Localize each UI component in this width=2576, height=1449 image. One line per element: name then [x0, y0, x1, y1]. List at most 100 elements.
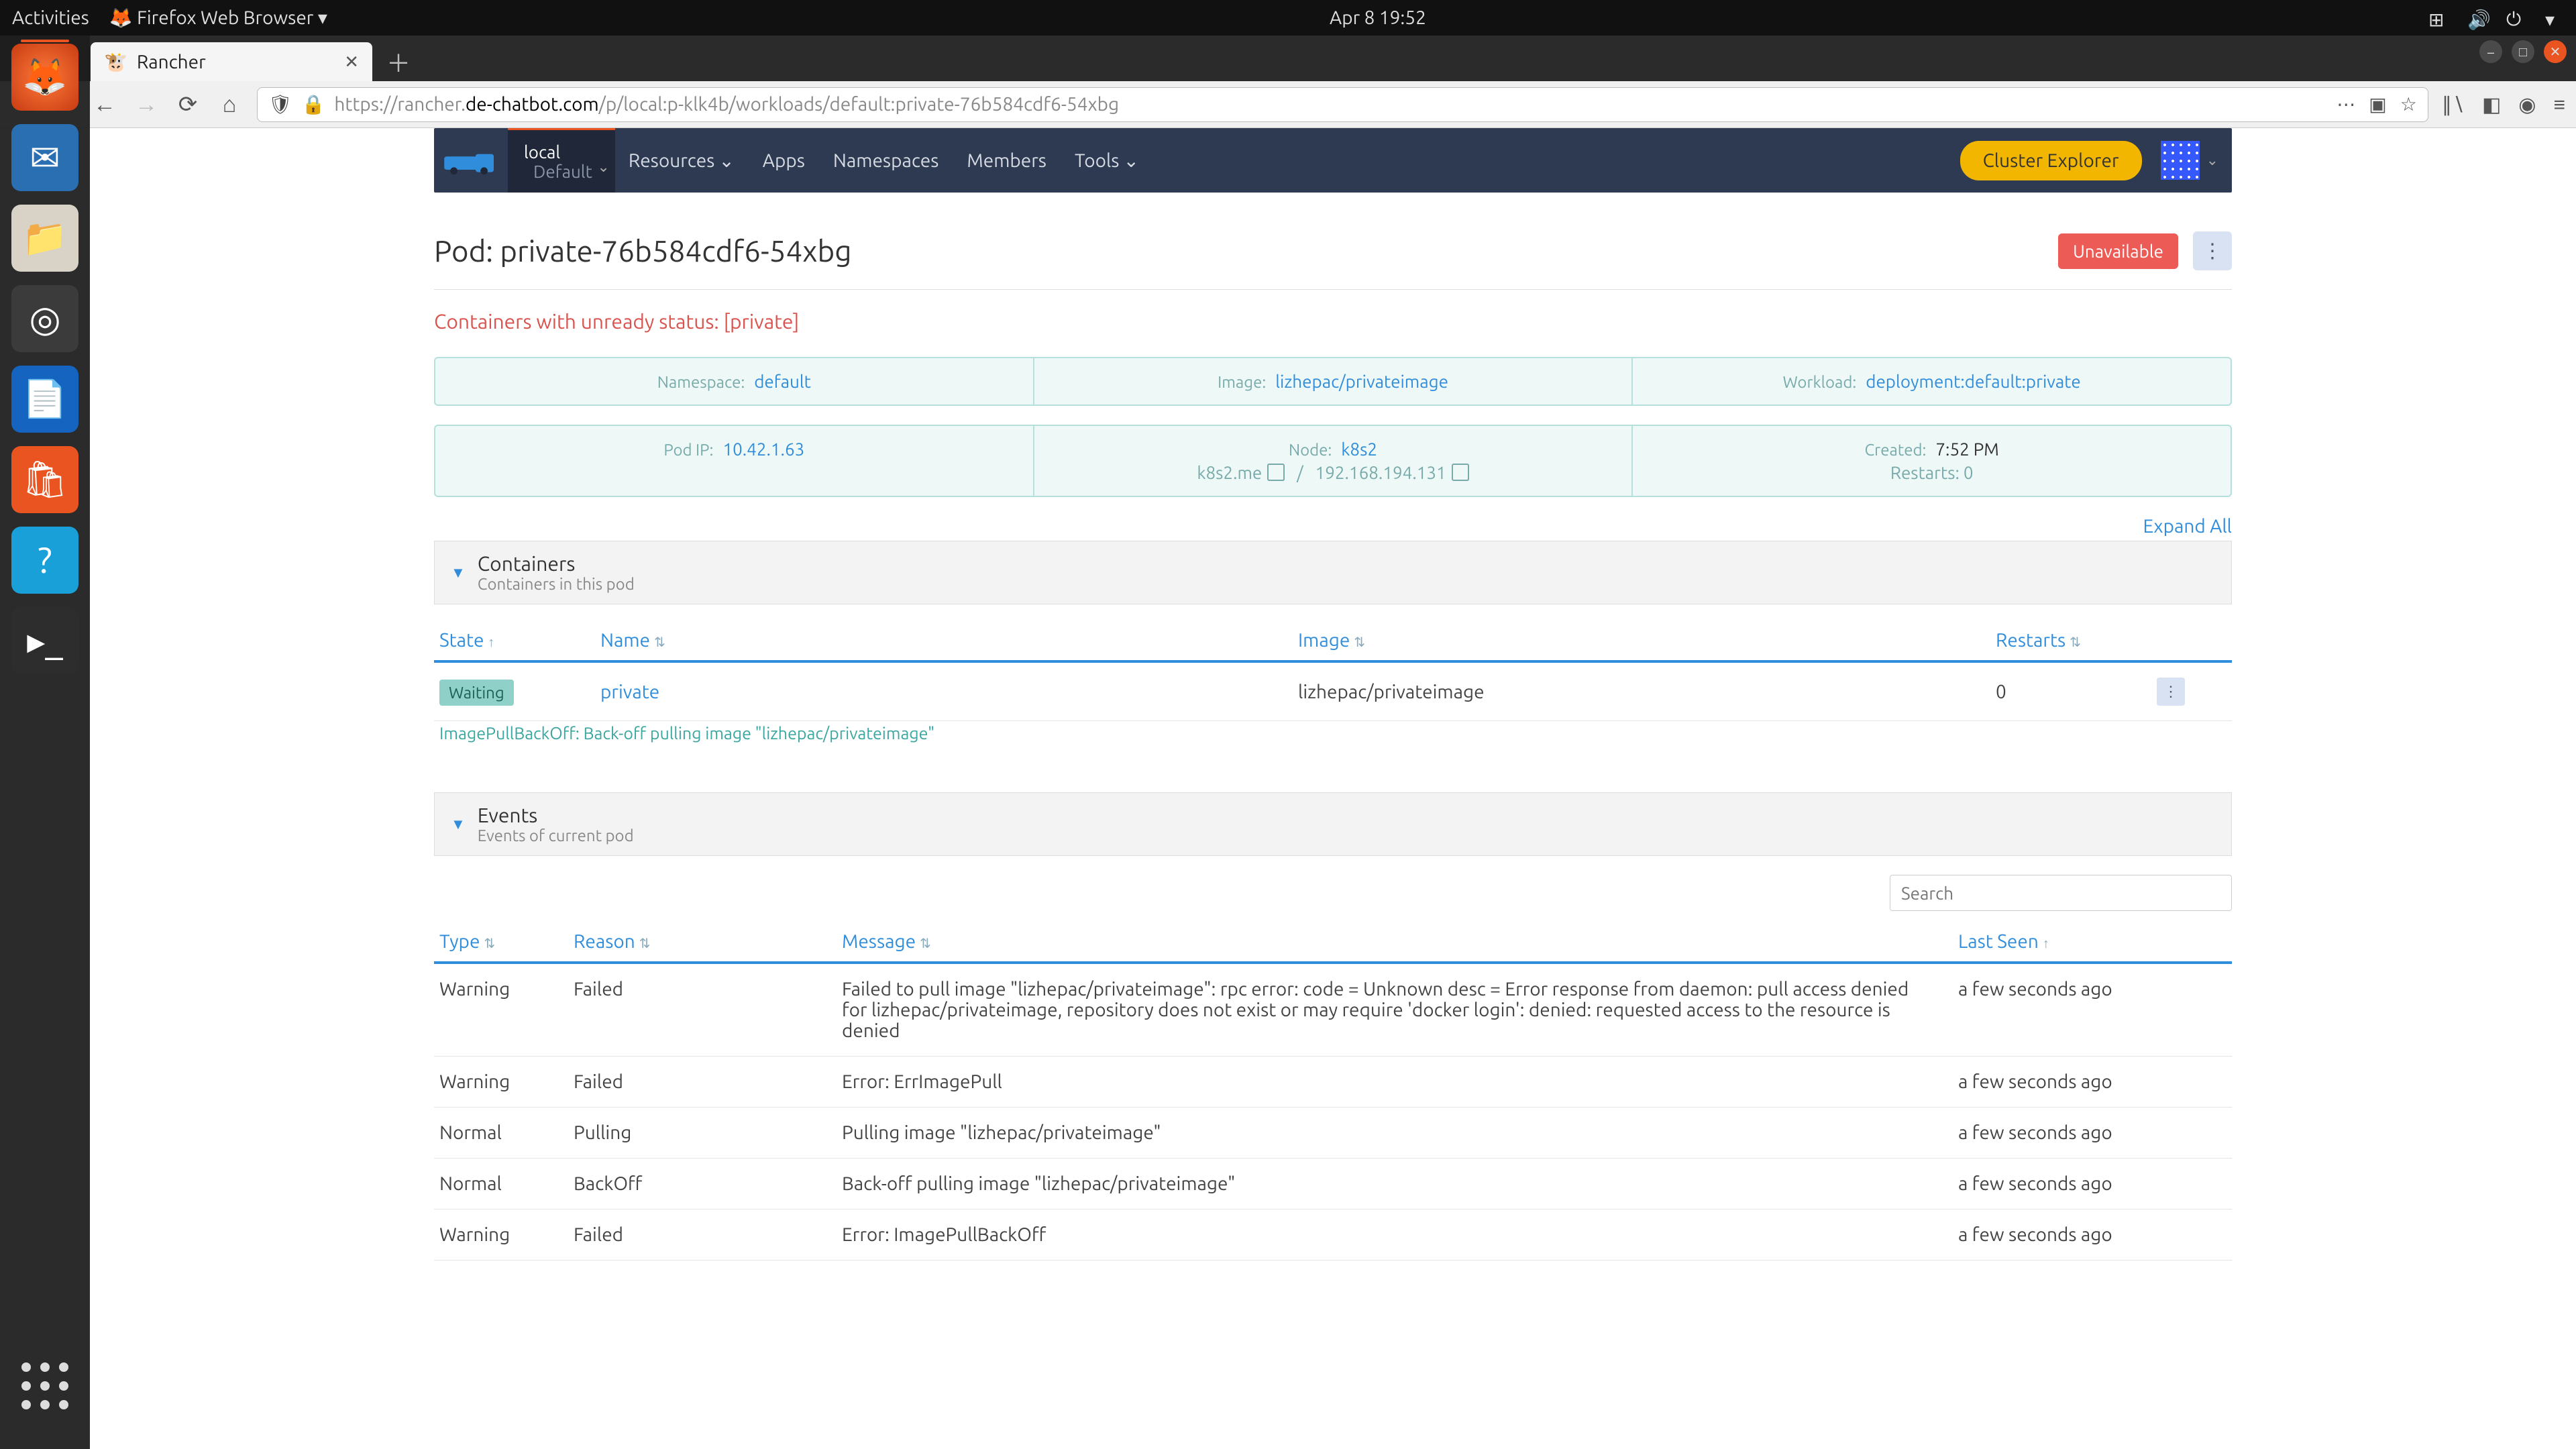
- col-type[interactable]: Type⇅: [439, 931, 574, 952]
- event-row: NormalBackOffBack-off pulling image "liz…: [434, 1159, 2232, 1210]
- chevron-down-icon[interactable]: ▾: [2545, 9, 2564, 28]
- event-type: Warning: [439, 1224, 574, 1245]
- forward-button[interactable]: →: [132, 91, 160, 119]
- cluster-explorer-button[interactable]: Cluster Explorer: [1960, 141, 2142, 180]
- node-label: Node:: [1289, 441, 1332, 459]
- namespace-label: Namespace:: [657, 373, 745, 391]
- col-state[interactable]: State↑: [439, 630, 600, 651]
- containers-panel-header[interactable]: ▼ Containers Containers in this pod: [434, 541, 2232, 604]
- menu-icon[interactable]: ≡: [2553, 93, 2565, 117]
- dock-show-applications[interactable]: [11, 1352, 78, 1419]
- dock-terminal[interactable]: ▸_: [11, 607, 78, 674]
- power-icon[interactable]: ⏻: [2506, 9, 2525, 28]
- dock-rhythmbox[interactable]: ◎: [11, 285, 78, 352]
- rancher-logo[interactable]: [434, 146, 508, 176]
- clock[interactable]: Apr 8 19:52: [327, 7, 2428, 28]
- copy-icon[interactable]: [1270, 466, 1285, 481]
- nav-apps[interactable]: Apps: [763, 150, 805, 171]
- shield-icon[interactable]: 🛡: [268, 93, 292, 115]
- event-type: Warning: [439, 979, 574, 1041]
- created-label: Created:: [1864, 441, 1926, 459]
- activities-button[interactable]: Activities: [12, 7, 89, 28]
- col-name[interactable]: Name⇅: [600, 630, 1298, 651]
- node-link[interactable]: k8s2: [1341, 439, 1377, 459]
- rancher-header: local Default ⌄ Resources⌄ Apps Namespac…: [434, 128, 2232, 193]
- copy-icon[interactable]: [1454, 466, 1469, 481]
- library-icon[interactable]: ∥∖: [2442, 93, 2465, 117]
- nav-members[interactable]: Members: [967, 150, 1046, 171]
- sort-icon: ⇅: [920, 935, 931, 951]
- user-avatar[interactable]: [2161, 141, 2200, 180]
- col-restarts[interactable]: Restarts⇅: [1996, 630, 2157, 651]
- unready-status-line: Containers with unready status: [private…: [434, 310, 2232, 333]
- account-icon[interactable]: ◉: [2518, 93, 2536, 117]
- dock-thunderbird[interactable]: ✉: [11, 124, 78, 191]
- close-tab-icon[interactable]: ✕: [344, 52, 359, 72]
- event-message: Error: ImagePullBackOff: [842, 1224, 1958, 1245]
- expand-all-link[interactable]: Expand All: [2143, 516, 2232, 537]
- sidebar-icon[interactable]: ◧: [2482, 93, 2501, 117]
- cluster-project-selector[interactable]: local Default ⌄: [508, 128, 615, 193]
- row-actions-menu[interactable]: ⋮: [2157, 678, 2185, 706]
- page-viewport[interactable]: local Default ⌄ Resources⌄ Apps Namespac…: [90, 128, 2576, 1449]
- page-title: Pod: private-76b584cdf6-54xbg: [434, 235, 852, 268]
- url-bar[interactable]: 🛡 🔒 https://rancher.de-chatbot.com/p/loc…: [257, 87, 2428, 122]
- gnome-top-bar: Activities 🦊 Firefox Web Browser ▾ Apr 8…: [0, 0, 2576, 36]
- col-last-seen[interactable]: Last Seen↑: [1958, 931, 2226, 952]
- url-path: /p/local:p-klk4b/workloads/default:priva…: [599, 94, 1119, 115]
- tab-title: Rancher: [137, 52, 206, 72]
- lock-warning-icon[interactable]: 🔒: [302, 93, 325, 115]
- collapse-icon: ▼: [451, 564, 466, 582]
- ellipsis-icon[interactable]: ⋯: [2337, 93, 2355, 115]
- event-row: WarningFailedError: ErrImagePulla few se…: [434, 1057, 2232, 1108]
- reload-button[interactable]: ⟳: [174, 91, 202, 119]
- minimize-button[interactable]: –: [2479, 40, 2502, 63]
- info-box-2: Pod IP: 10.42.1.63 Node: k8s2 k8s2.me / …: [434, 425, 2232, 497]
- sort-icon: ⇅: [2070, 634, 2081, 649]
- maximize-button[interactable]: □: [2512, 40, 2534, 63]
- nav-tools[interactable]: Tools⌄: [1075, 150, 1139, 172]
- page-actions-menu[interactable]: ⋮: [2193, 231, 2232, 270]
- container-name-link[interactable]: private: [600, 682, 659, 702]
- dock-help[interactable]: ?: [11, 527, 78, 594]
- event-last-seen: a few seconds ago: [1958, 1071, 2226, 1092]
- home-button[interactable]: ⌂: [215, 91, 244, 119]
- containers-panel-subtitle: Containers in this pod: [478, 575, 635, 593]
- containers-panel-title: Containers: [478, 552, 576, 575]
- dock-software[interactable]: 🛍: [11, 446, 78, 513]
- col-image[interactable]: Image⇅: [1298, 630, 1996, 651]
- dock-files[interactable]: 📁: [11, 205, 78, 272]
- dock-firefox[interactable]: 🦊: [11, 44, 78, 111]
- new-tab-button[interactable]: ＋: [382, 45, 415, 78]
- nav-namespaces[interactable]: Namespaces: [833, 150, 938, 171]
- event-message: Pulling image "lizhepac/privateimage": [842, 1122, 1958, 1143]
- network-icon[interactable]: ⊞: [2428, 9, 2447, 28]
- chevron-down-icon[interactable]: ⌄: [2206, 152, 2218, 169]
- events-table-header: Type⇅ Reason⇅ Message⇅ Last Seen↑: [434, 922, 2232, 964]
- events-panel-title: Events: [478, 804, 538, 826]
- podip-value[interactable]: 10.42.1.63: [722, 439, 804, 459]
- workload-link[interactable]: deployment:default:private: [1866, 372, 2081, 391]
- event-reason: BackOff: [574, 1173, 842, 1194]
- close-window-button[interactable]: ✕: [2544, 40, 2567, 63]
- back-button[interactable]: ←: [91, 91, 119, 119]
- browser-tab[interactable]: 🐮 Rancher ✕: [91, 42, 372, 81]
- dock-writer[interactable]: 📄: [11, 366, 78, 433]
- col-reason[interactable]: Reason⇅: [574, 931, 842, 952]
- event-message: Back-off pulling image "lizhepac/private…: [842, 1173, 1958, 1194]
- namespace-link[interactable]: default: [754, 372, 811, 391]
- reader-icon[interactable]: ▣: [2369, 93, 2386, 115]
- star-icon[interactable]: ☆: [2400, 93, 2417, 115]
- col-message[interactable]: Message⇅: [842, 931, 1958, 952]
- event-type: Normal: [439, 1173, 574, 1194]
- events-search-input[interactable]: [1890, 875, 2232, 911]
- active-app-indicator[interactable]: 🦊 Firefox Web Browser ▾: [109, 7, 327, 29]
- volume-icon[interactable]: 🔊: [2467, 9, 2486, 28]
- image-link[interactable]: lizhepac/privateimage: [1275, 372, 1448, 391]
- project-name: Default: [524, 162, 592, 181]
- nav-resources[interactable]: Resources⌄: [629, 150, 735, 172]
- firefox-navbar: ← → ⟳ ⌂ 🛡 🔒 https://rancher.de-chatbot.c…: [0, 81, 2576, 128]
- rancher-nav: Resources⌄ Apps Namespaces Members Tools…: [629, 150, 1139, 172]
- sort-asc-icon: ↑: [488, 634, 494, 649]
- events-panel-header[interactable]: ▼ Events Events of current pod: [434, 792, 2232, 856]
